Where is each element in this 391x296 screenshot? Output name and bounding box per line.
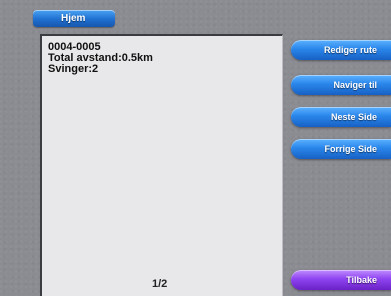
previous-page-label: Forrige Side [324, 144, 377, 154]
edit-route-label: Rediger rute [323, 45, 377, 55]
next-page-label: Neste Side [330, 112, 377, 122]
page-indicator: 1/2 [152, 278, 168, 290]
previous-page-button[interactable]: Forrige Side [291, 139, 391, 159]
next-page-button[interactable]: Neste Side [291, 107, 391, 127]
device-screen: Hjem 0004-0005 Total avstand:0.5km Sving… [0, 0, 391, 296]
back-button[interactable]: Tilbake [291, 270, 391, 290]
home-tab-label: Hjem [61, 13, 86, 24]
route-info-panel: 0004-0005 Total avstand:0.5km Svinger:2 … [40, 34, 283, 296]
home-tab[interactable]: Hjem [33, 10, 115, 27]
route-info: 0004-0005 Total avstand:0.5km Svinger:2 [48, 42, 153, 75]
navigate-to-label: Naviger til [333, 80, 377, 90]
navigate-to-button[interactable]: Naviger til [291, 75, 391, 95]
route-turns: Svinger:2 [48, 63, 99, 75]
edit-route-button[interactable]: Rediger rute [291, 40, 391, 60]
back-label: Tilbake [346, 275, 377, 285]
